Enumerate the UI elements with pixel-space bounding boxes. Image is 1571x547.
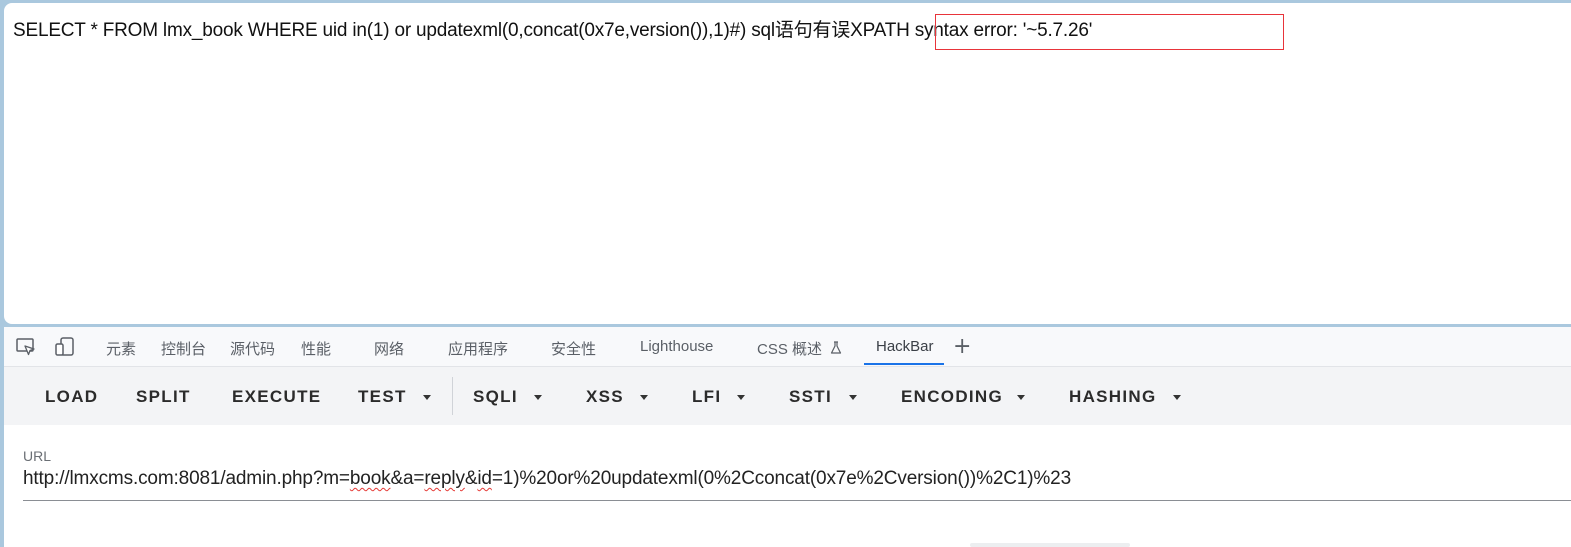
tab-security[interactable]: 安全性 [551, 338, 596, 359]
toolbar-divider [452, 377, 453, 415]
flask-icon [831, 341, 842, 354]
url-text-segment: & [464, 468, 478, 489]
xss-menu-button[interactable]: XSS [586, 387, 624, 407]
tab-sources[interactable]: 源代码 [230, 338, 275, 359]
encoding-menu-button[interactable]: ENCODING [901, 387, 1003, 407]
tab-css-overview[interactable]: CSS 概述 [757, 338, 842, 359]
ssti-menu-button[interactable]: SSTI [789, 387, 832, 407]
url-text-segment: id [477, 468, 492, 489]
tab-lighthouse[interactable]: Lighthouse [640, 338, 713, 355]
test-menu-button[interactable]: TEST [358, 387, 407, 407]
execute-button[interactable]: EXECUTE [232, 387, 321, 407]
xss-caret-icon [640, 395, 648, 400]
encoding-caret-icon [1017, 395, 1025, 400]
url-text-segment: &a= [390, 468, 425, 489]
faint-overlay [970, 543, 1130, 547]
ssti-caret-icon [849, 395, 857, 400]
sqli-menu-button[interactable]: SQLI [473, 387, 518, 407]
url-input[interactable]: http://lmxcms.com:8081/admin.php?m=book&… [23, 468, 1071, 490]
url-field-label: URL [23, 448, 52, 464]
hashing-menu-button[interactable]: HASHING [1069, 387, 1157, 407]
url-field-underline [23, 500, 1571, 501]
tab-application[interactable]: 应用程序 [448, 338, 508, 359]
tab-performance[interactable]: 性能 [301, 338, 331, 359]
lfi-caret-icon [737, 395, 745, 400]
highlight-box [935, 14, 1284, 50]
load-button[interactable]: LOAD [45, 387, 98, 407]
tab-elements[interactable]: 元素 [106, 338, 136, 359]
devtools-tab-bar: 元素 控制台 源代码 性能 网络 应用程序 安全性 Lighthouse CSS… [4, 327, 1571, 367]
tab-css-overview-label: CSS 概述 [757, 341, 823, 358]
hashing-caret-icon [1173, 395, 1181, 400]
plus-icon[interactable]: + [953, 334, 971, 359]
url-text-segment: =1)%20or%20updatexml(0%2Cconcat(0x7e%2Cv… [491, 468, 1071, 489]
hackbar-toolbar: LOAD SPLIT EXECUTE TEST SQLI XSS LFI SST… [4, 367, 1571, 425]
active-tab-indicator [864, 363, 944, 365]
url-text-segment: http://lmxcms.com:8081/admin.php?m= [23, 468, 350, 489]
split-button[interactable]: SPLIT [136, 387, 191, 407]
devtools-panel: 元素 控制台 源代码 性能 网络 应用程序 安全性 Lighthouse CSS… [4, 327, 1571, 547]
sql-error-text: SELECT * FROM lmx_book WHERE uid in(1) o… [13, 20, 1093, 41]
tab-hackbar[interactable]: HackBar [876, 338, 934, 355]
sqli-caret-icon [534, 395, 542, 400]
page-viewport: SELECT * FROM lmx_book WHERE uid in(1) o… [4, 3, 1571, 324]
inspect-element-icon[interactable] [15, 336, 37, 358]
lfi-menu-button[interactable]: LFI [692, 387, 721, 407]
url-text-segment: book [349, 468, 391, 489]
tab-network[interactable]: 网络 [374, 338, 404, 359]
tab-console[interactable]: 控制台 [161, 338, 206, 359]
device-toolbar-icon[interactable] [54, 336, 76, 358]
test-caret-icon [423, 395, 431, 400]
url-text-segment: reply [424, 468, 465, 489]
